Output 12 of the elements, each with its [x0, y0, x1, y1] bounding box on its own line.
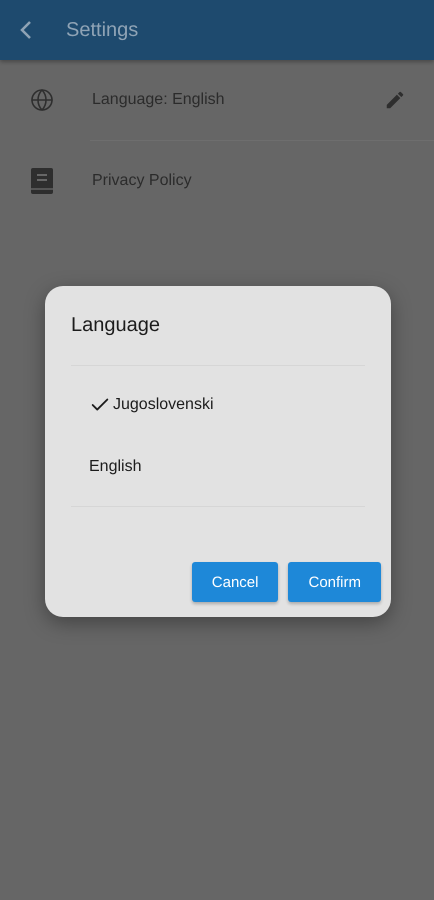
dialog-title: Language [71, 314, 160, 337]
pencil-icon[interactable] [384, 89, 406, 111]
settings-item[interactable]: Privacy Policy [92, 172, 406, 190]
language-option[interactable]: Jugoslovenski [71, 374, 214, 436]
back-icon[interactable] [20, 20, 32, 40]
cancel-button[interactable]: Cancel [192, 562, 278, 602]
settings-item[interactable]: Language: English [92, 91, 346, 109]
book-icon [30, 168, 54, 194]
globe-icon [30, 88, 54, 112]
confirm-button[interactable]: Confirm [288, 562, 381, 602]
language-option[interactable]: English [71, 436, 142, 498]
screen-title: Settings [66, 18, 138, 42]
